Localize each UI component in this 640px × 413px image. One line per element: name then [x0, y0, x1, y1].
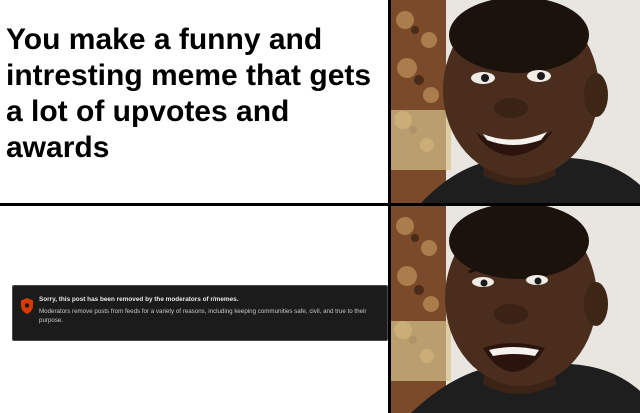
top-caption: You make a funny and intresting meme tha…: [6, 23, 372, 164]
shield-icon: [21, 298, 33, 314]
happy-reaction-photo: [391, 0, 640, 203]
notice-body: Moderators remove posts from feeds for a…: [39, 308, 367, 324]
disappointed-reaction-photo: [391, 206, 640, 413]
notice-title: Sorry, this post has been removed by the…: [39, 296, 239, 303]
removal-notice-banner: Sorry, this post has been removed by the…: [12, 285, 388, 341]
meme-canvas: You make a funny and intresting meme tha…: [0, 0, 640, 413]
